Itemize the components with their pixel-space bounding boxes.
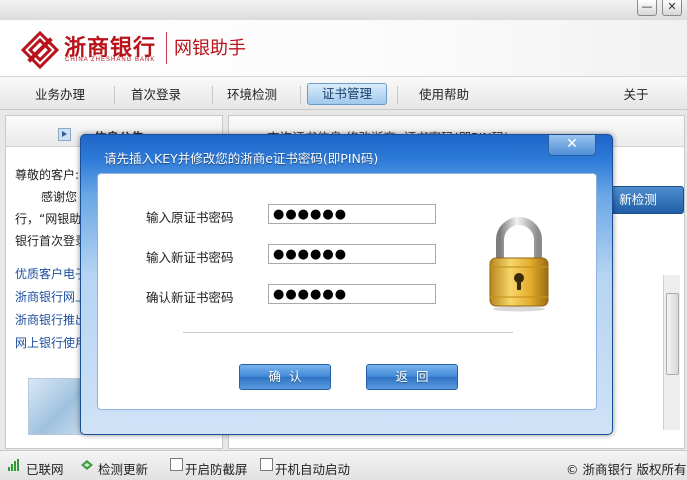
nav-divider xyxy=(114,86,115,104)
auto-start-label[interactable]: 开机自动启动 xyxy=(275,459,350,478)
window-title-bar: — ✕ xyxy=(0,0,687,21)
dialog-title: 请先插入KEY并修改您的浙商e证书密码(即PIN码) xyxy=(104,151,379,166)
vertical-scrollbar[interactable] xyxy=(663,275,680,430)
window-close-button[interactable]: ✕ xyxy=(662,0,682,16)
app-header: 浙商银行 CHINA ZHESHANG BANK 网银助手 xyxy=(0,20,687,77)
minimize-button[interactable]: — xyxy=(637,0,657,16)
old-pin-label: 输入原证书密码 xyxy=(146,210,234,225)
brand-divider xyxy=(166,32,167,64)
auto-start-checkbox[interactable] xyxy=(260,458,273,471)
play-icon xyxy=(58,128,71,141)
nav-item-first-login[interactable]: 首次登录 xyxy=(118,85,194,105)
brand-name-en: CHINA ZHESHANG BANK xyxy=(65,57,156,63)
dialog-body: 输入原证书密码 ●●●●●● 输入新证书密码 ●●●●●● 确认新证书密码 ●●… xyxy=(97,173,597,410)
notice-link[interactable]: 浙商银行网上 xyxy=(15,288,87,305)
confirm-button[interactable]: 确认 xyxy=(239,364,331,390)
confirm-pin-input[interactable]: ●●●●●● xyxy=(268,284,436,304)
screen-protect-checkbox[interactable] xyxy=(170,458,183,471)
nav-item-cert-manage[interactable]: 证书管理 xyxy=(307,83,387,105)
main-nav: 业务办理 首次登录 环境检测 证书管理 使用帮助 关于 xyxy=(0,77,687,110)
padlock-icon xyxy=(489,217,549,312)
notice-link[interactable]: 网上银行使用 xyxy=(15,334,87,351)
back-button[interactable]: 返回 xyxy=(366,364,458,390)
nav-item-env-check[interactable]: 环境检测 xyxy=(214,85,290,105)
app-name: 网银助手 xyxy=(174,38,246,59)
notice-greeting: 尊敬的客户: xyxy=(15,168,80,182)
notice-line: 感谢您 xyxy=(41,190,78,204)
new-pin-label: 输入新证书密码 xyxy=(146,250,234,265)
nav-item-about[interactable]: 关于 xyxy=(612,85,660,105)
confirm-pin-label: 确认新证书密码 xyxy=(146,290,234,305)
screen-protect-label[interactable]: 开启防截屏 xyxy=(185,459,248,478)
dialog-close-button[interactable]: ✕ xyxy=(548,135,596,156)
change-pin-dialog: 请先插入KEY并修改您的浙商e证书密码(即PIN码) ✕ 输入原证书密码 ●●●… xyxy=(80,134,613,435)
notice-line: 银行首次登录 xyxy=(15,234,88,248)
notice-link[interactable]: 优质客户电子 xyxy=(15,265,87,282)
check-update-link[interactable]: 检测更新 xyxy=(98,459,148,478)
copyright-text: © 浙商银行 版权所有 xyxy=(566,462,687,477)
nav-item-business[interactable]: 业务办理 xyxy=(22,85,98,105)
new-pin-input[interactable]: ●●●●●● xyxy=(268,244,436,264)
dialog-separator xyxy=(183,332,513,333)
signal-icon xyxy=(8,459,22,471)
connection-status: 已联网 xyxy=(26,462,64,477)
status-bar: 已联网 检测更新 开启防截屏 开机自动启动 © 浙商银行 版权所有 xyxy=(0,450,687,480)
nav-divider xyxy=(300,86,301,104)
update-icon xyxy=(81,460,93,470)
notice-link[interactable]: 浙商银行推出 xyxy=(15,311,87,328)
nav-divider xyxy=(212,86,213,104)
old-pin-input[interactable]: ●●●●●● xyxy=(268,204,436,224)
nav-item-help[interactable]: 使用帮助 xyxy=(405,85,483,105)
nav-divider xyxy=(397,86,398,104)
scrollbar-thumb[interactable] xyxy=(666,293,679,375)
notice-line: 行，“网银助 xyxy=(15,212,82,226)
bank-logo-icon xyxy=(20,30,60,70)
